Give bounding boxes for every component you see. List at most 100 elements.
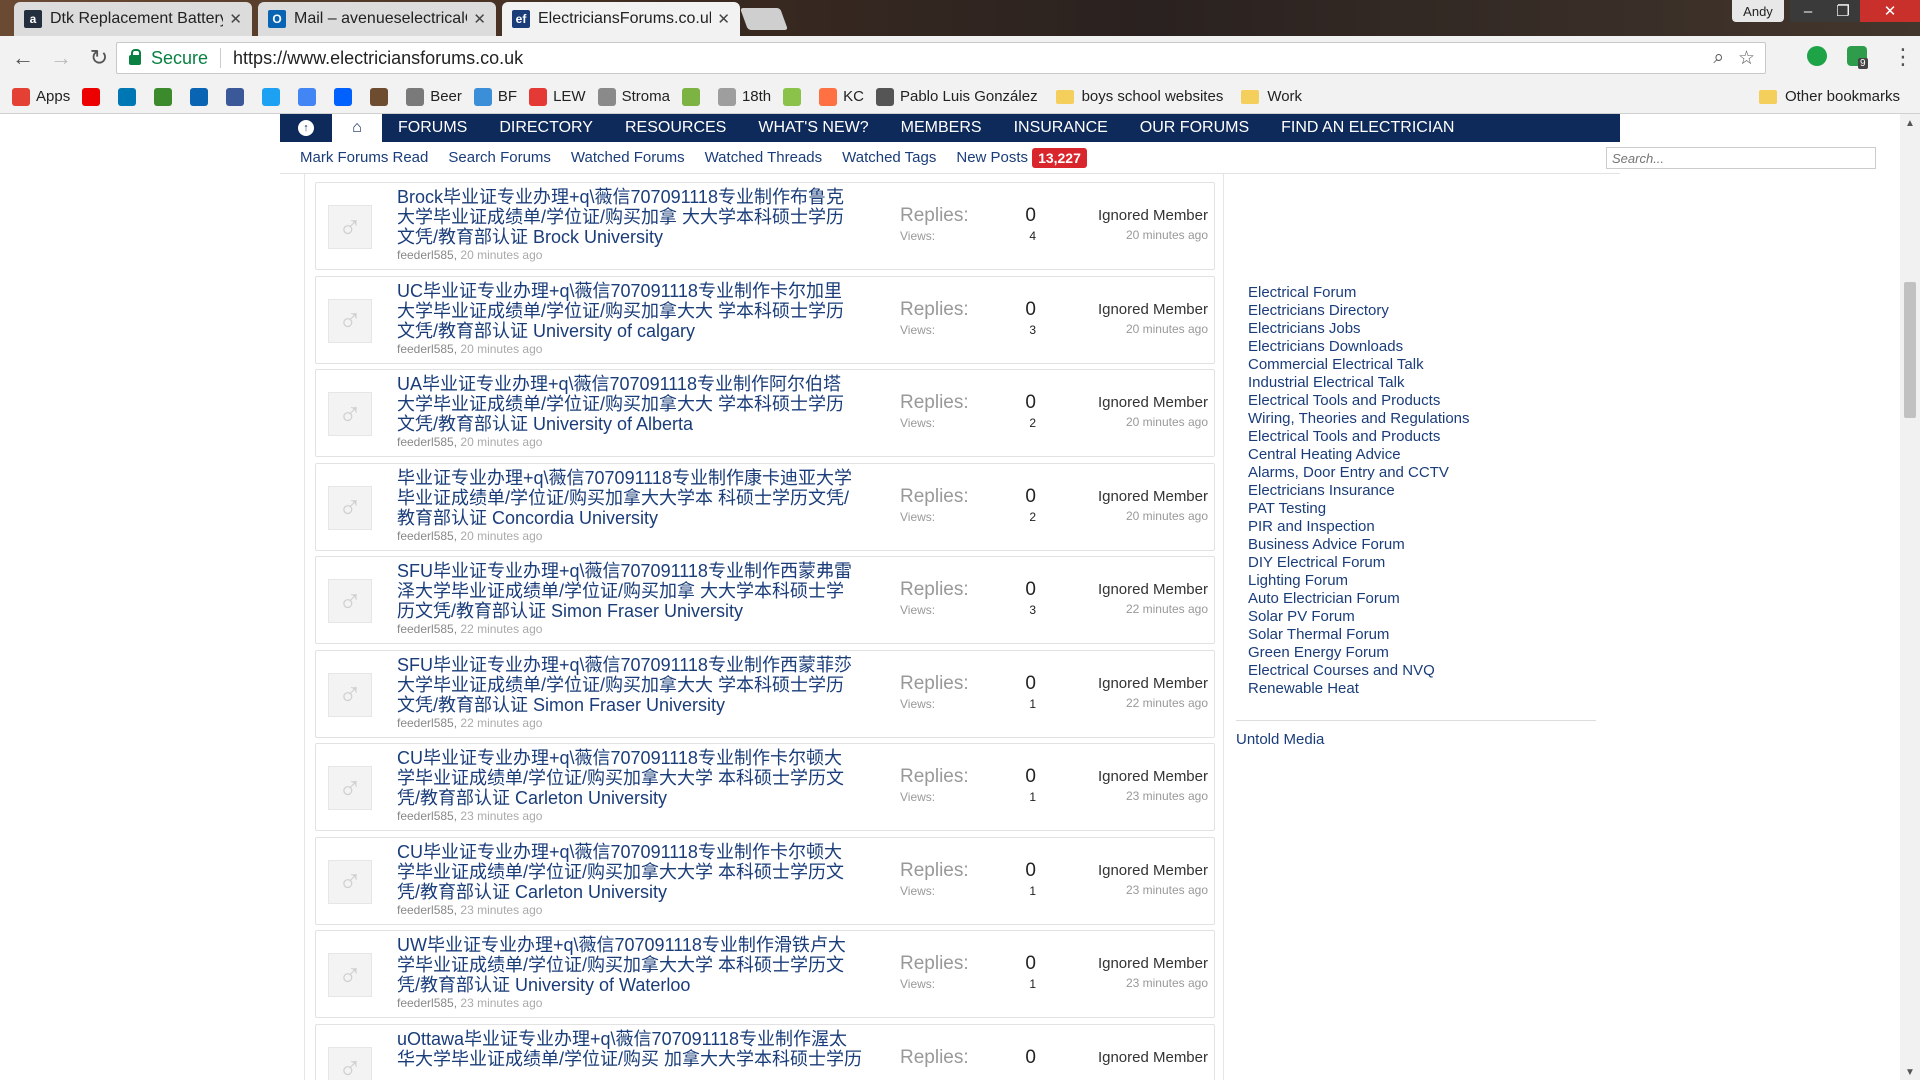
profile-button[interactable]: Andy <box>1732 0 1784 22</box>
last-post-time[interactable]: 22 minutes ago <box>1098 696 1208 710</box>
bookmark-facebook[interactable] <box>226 87 250 106</box>
other-bookmarks-folder[interactable]: Other bookmarks <box>1758 88 1900 105</box>
page-scrollbar[interactable]: ▲ ▼ <box>1900 114 1920 1080</box>
sidebar-link[interactable]: Electrical Tools and Products <box>1248 428 1596 446</box>
sidebar-link[interactable]: Commercial Electrical Talk <box>1248 356 1596 374</box>
subnav-watched-forums[interactable]: Watched Forums <box>571 149 685 166</box>
thread-row[interactable]: ♂ uOttawa毕业证专业办理+q\薇信707091118专业制作渥太 华大学毕… <box>315 1023 1215 1080</box>
nav-item-insurance[interactable]: INSURANCE <box>998 119 1124 137</box>
last-post-user[interactable]: Ignored Member <box>1098 207 1208 224</box>
last-post-time[interactable]: 23 minutes ago <box>1098 789 1208 803</box>
tab-close-icon[interactable]: ✕ <box>229 10 242 28</box>
sidebar-link[interactable]: Green Energy Forum <box>1248 644 1596 662</box>
thread-title-link[interactable]: SFU毕业证专业办理+q\薇信707091118专业制作西蒙菲莎 大学毕业证成绩… <box>397 655 883 715</box>
thread-author-link[interactable]: feederl585 <box>397 622 454 636</box>
thread-title-link[interactable]: UC毕业证专业办理+q\薇信707091118专业制作卡尔加里 大学毕业证成绩单… <box>397 281 883 341</box>
last-post-time[interactable]: 20 minutes ago <box>1098 509 1208 523</box>
male-avatar-icon[interactable]: ♂ <box>328 579 372 623</box>
last-post-user[interactable]: Ignored Member <box>1098 675 1208 692</box>
sidebar-link[interactable]: Electrical Forum <box>1248 284 1596 302</box>
bookmark-google[interactable] <box>298 87 322 106</box>
last-post-time[interactable]: 20 minutes ago <box>1098 228 1208 242</box>
new-posts-count-badge[interactable]: 13,227 <box>1032 147 1087 168</box>
last-post-user[interactable]: Ignored Member <box>1098 768 1208 785</box>
bookmark-dropbox[interactable] <box>334 87 358 106</box>
thread-title-link[interactable]: UA毕业证专业办理+q\薇信707091118专业制作阿尔伯塔 大学毕业证成绩单… <box>397 374 883 434</box>
thread-title-link[interactable]: CU毕业证专业办理+q\薇信707091118专业制作卡尔顿大 学毕业证成绩单/… <box>397 748 883 808</box>
sidebar-link[interactable]: Alarms, Door Entry and CCTV <box>1248 464 1596 482</box>
bookmark-wallet[interactable] <box>370 87 394 106</box>
extension-green-icon[interactable] <box>1807 46 1827 66</box>
male-avatar-icon[interactable]: ♂ <box>328 672 372 717</box>
last-post-user[interactable]: Ignored Member <box>1098 955 1208 972</box>
thread-author-link[interactable]: feederl585 <box>397 248 454 262</box>
bookmark-apps-grid[interactable]: Apps <box>12 87 70 106</box>
last-post-time[interactable]: 22 minutes ago <box>1098 602 1208 616</box>
thread-author-link[interactable]: feederl585 <box>397 809 454 823</box>
thread-row[interactable]: ♂ 毕业证专业办理+q\薇信707091118专业制作康卡迪亚大学 毕业证成绩单/… <box>315 462 1215 551</box>
sidebar-link[interactable]: Solar PV Forum <box>1248 608 1596 626</box>
url-text[interactable]: https://www.electriciansforums.co.uk <box>233 48 523 69</box>
thread-row[interactable]: ♂ SFU毕业证专业办理+q\薇信707091118专业制作西蒙弗雷 泽大学毕业证… <box>315 556 1215 644</box>
male-avatar-icon[interactable]: ♂ <box>328 485 372 530</box>
subnav-new-posts[interactable]: New Posts <box>956 149 1028 166</box>
scroll-down-arrow-icon[interactable]: ▼ <box>1900 1067 1920 1078</box>
thread-row[interactable]: ♂ CU毕业证专业办理+q\薇信707091118专业制作卡尔顿大 学毕业证成绩单… <box>315 836 1215 925</box>
thread-author-link[interactable]: feederl585 <box>397 716 454 730</box>
sidebar-link[interactable]: Industrial Electrical Talk <box>1248 374 1596 392</box>
sidebar-link[interactable]: Central Heating Advice <box>1248 446 1596 464</box>
male-avatar-icon[interactable]: ♂ <box>328 1046 372 1080</box>
last-post-user[interactable]: Ignored Member <box>1098 1049 1208 1066</box>
scroll-thumb[interactable] <box>1904 282 1916 418</box>
male-avatar-icon[interactable]: ♂ <box>328 392 372 436</box>
bookmark-beer[interactable]: Beer <box>406 87 462 106</box>
address-bar[interactable]: Secure https://www.electriciansforums.co… <box>116 42 1766 74</box>
last-post-user[interactable]: Ignored Member <box>1098 394 1208 411</box>
nav-item-find-an-electrician[interactable]: FIND AN ELECTRICIAN <box>1265 119 1470 137</box>
new-tab-button[interactable] <box>739 8 789 30</box>
thread-title-link[interactable]: UW毕业证专业办理+q\薇信707091118专业制作滑铁卢大 学毕业证成绩单/… <box>397 935 883 995</box>
bookmark-document[interactable]: 18th <box>717 87 771 106</box>
home-icon[interactable]: ⌂ <box>332 114 382 142</box>
bookmark-santander[interactable] <box>82 87 106 106</box>
sidebar-link[interactable]: Electricians Directory <box>1248 302 1596 320</box>
nav-item-directory[interactable]: DIRECTORY <box>483 119 609 137</box>
scroll-up-arrow-icon[interactable]: ▲ <box>1900 118 1920 129</box>
male-avatar-icon[interactable]: ♂ <box>328 766 372 810</box>
bookmark-outlook[interactable] <box>190 87 214 106</box>
bookmark-person[interactable]: Pablo Luis González <box>875 87 1038 106</box>
nav-item-forums[interactable]: FORUMS <box>382 119 483 137</box>
subnav-watched-tags[interactable]: Watched Tags <box>842 149 936 166</box>
thread-row[interactable]: ♂ UW毕业证专业办理+q\薇信707091118专业制作滑铁卢大 学毕业证成绩单… <box>315 930 1215 1018</box>
sidebar-link[interactable]: Electricians Downloads <box>1248 338 1596 356</box>
nav-item-our-forums[interactable]: OUR FORUMS <box>1124 119 1265 137</box>
tab-close-icon[interactable]: ✕ <box>717 10 730 28</box>
forum-search-input[interactable] <box>1606 147 1876 169</box>
sidebar-link[interactable]: Lighting Forum <box>1248 572 1596 590</box>
bookmark-linkedin[interactable] <box>118 87 142 106</box>
bookmark-fh[interactable] <box>154 87 178 106</box>
sidebar-link[interactable]: PAT Testing <box>1248 500 1596 518</box>
bookmark-folder[interactable]: boys school websites <box>1055 88 1223 105</box>
bookmark-folder[interactable]: Work <box>1241 88 1302 105</box>
minimize-icon[interactable]: – <box>1790 0 1826 22</box>
browser-tab-dtk[interactable]: a Dtk Replacement Battery ✕ <box>14 2 252 36</box>
thread-row[interactable]: ♂ SFU毕业证专业办理+q\薇信707091118专业制作西蒙菲莎 大学毕业证成… <box>315 649 1215 738</box>
male-avatar-icon[interactable]: ♂ <box>328 298 372 343</box>
untold-media-link[interactable]: Untold Media <box>1236 731 1324 748</box>
sidebar-link[interactable]: Electricians Insurance <box>1248 482 1596 500</box>
scroll-top-button[interactable]: ↑ <box>280 114 332 142</box>
thread-author-link[interactable]: feederl585 <box>397 903 454 917</box>
thread-title-link[interactable]: CU毕业证专业办理+q\薇信707091118专业制作卡尔顿大 学毕业证成绩单/… <box>397 842 883 902</box>
bookmark-lew[interactable]: LEW <box>529 87 586 106</box>
male-avatar-icon[interactable]: ♂ <box>328 205 372 249</box>
browser-tab-mail[interactable]: O Mail – avenueselectricalC ✕ <box>258 2 496 36</box>
sidebar-link[interactable]: Electrical Courses and NVQ <box>1248 662 1596 680</box>
last-post-time[interactable]: 20 minutes ago <box>1098 415 1208 429</box>
thread-author-link[interactable]: feederl585 <box>397 342 454 356</box>
bookmark-bitcoin[interactable] <box>783 87 807 106</box>
thread-row[interactable]: ♂ CU毕业证专业办理+q\薇信707091118专业制作卡尔顿大 学毕业证成绩单… <box>315 743 1215 831</box>
male-avatar-icon[interactable]: ♂ <box>328 859 372 904</box>
thread-author-link[interactable]: feederl585 <box>397 996 454 1010</box>
last-post-user[interactable]: Ignored Member <box>1098 488 1208 505</box>
